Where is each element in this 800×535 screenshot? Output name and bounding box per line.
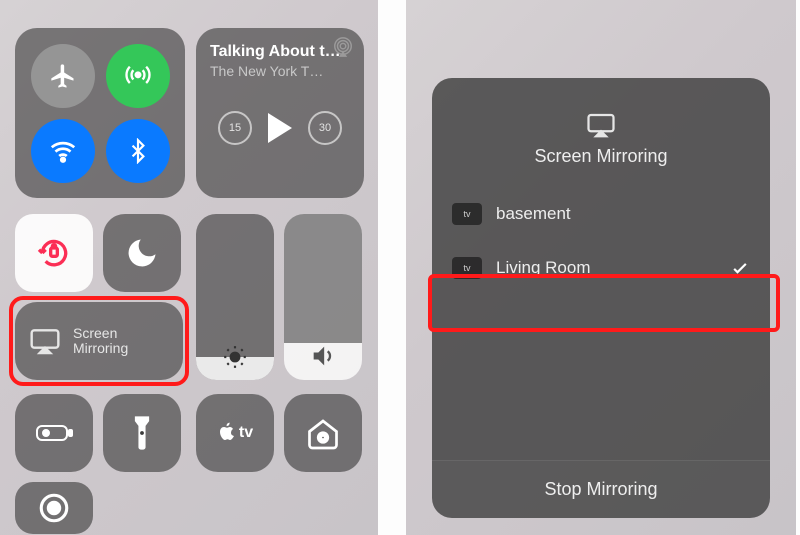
rotation-lock-icon (34, 233, 74, 273)
device-name: Living Room (496, 258, 591, 278)
screen-record-button[interactable] (15, 482, 93, 534)
screen-mirroring-panel: Screen Mirroring tv basement tv Living R… (432, 78, 770, 518)
speaker-icon (309, 342, 337, 370)
screen-mirroring-line1: Screen (73, 326, 128, 341)
bluetooth-icon (125, 138, 151, 164)
moon-icon (124, 235, 160, 271)
flashlight-toggle[interactable] (103, 394, 181, 472)
brightness-icon (222, 344, 248, 370)
rotation-lock-toggle[interactable] (15, 214, 93, 292)
skip-back-button[interactable]: 15 (218, 111, 252, 145)
volume-slider[interactable] (284, 214, 362, 380)
screen-mirroring-picker-screenshot: Screen Mirroring tv basement tv Living R… (406, 0, 796, 535)
screen-mirroring-icon (586, 112, 616, 138)
airplane-mode-toggle[interactable] (31, 44, 95, 108)
screen-mirroring-icon (29, 327, 61, 355)
home-button[interactable] (284, 394, 362, 472)
skip-back-label: 15 (229, 122, 241, 134)
now-playing-module[interactable]: Talking About t… The New York T… 15 30 (196, 28, 364, 198)
home-icon (305, 415, 341, 451)
device-name: basement (496, 204, 571, 224)
airplay-audio-icon (332, 36, 354, 58)
do-not-disturb-toggle[interactable] (103, 214, 181, 292)
antenna-icon (124, 62, 152, 90)
flashlight-icon (131, 414, 153, 452)
skip-forward-label: 30 (319, 122, 331, 134)
device-row-basement[interactable]: tv basement (432, 187, 770, 241)
apple-tv-remote-button[interactable]: tv (196, 394, 274, 472)
wifi-icon (48, 136, 78, 166)
now-playing-title: Talking About t… (210, 42, 350, 61)
panel-title: Screen Mirroring (534, 146, 667, 167)
record-icon (37, 491, 71, 525)
control-center-screenshot: Talking About t… The New York T… 15 30 (0, 0, 378, 535)
apple-tv-badge-icon: tv (452, 257, 482, 279)
stop-mirroring-button[interactable]: Stop Mirroring (432, 460, 770, 518)
screen-mirroring-line2: Mirroring (73, 341, 128, 356)
brightness-slider[interactable] (196, 214, 274, 380)
device-row-living-room[interactable]: tv Living Room (432, 241, 770, 295)
airplane-icon (49, 62, 77, 90)
apple-tv-icon: tv (217, 421, 253, 445)
cellular-data-toggle[interactable] (106, 44, 170, 108)
connectivity-module (15, 28, 185, 198)
now-playing-subtitle: The New York T… (210, 63, 350, 79)
screen-mirroring-button[interactable]: Screen Mirroring (15, 302, 183, 380)
play-button[interactable] (268, 113, 292, 143)
apple-tv-badge-icon: tv (452, 203, 482, 225)
battery-icon (34, 421, 74, 445)
low-power-mode-toggle[interactable] (15, 394, 93, 472)
skip-forward-button[interactable]: 30 (308, 111, 342, 145)
checkmark-icon (730, 258, 750, 278)
stop-mirroring-label: Stop Mirroring (544, 479, 657, 500)
bluetooth-toggle[interactable] (106, 119, 170, 183)
wifi-toggle[interactable] (31, 119, 95, 183)
